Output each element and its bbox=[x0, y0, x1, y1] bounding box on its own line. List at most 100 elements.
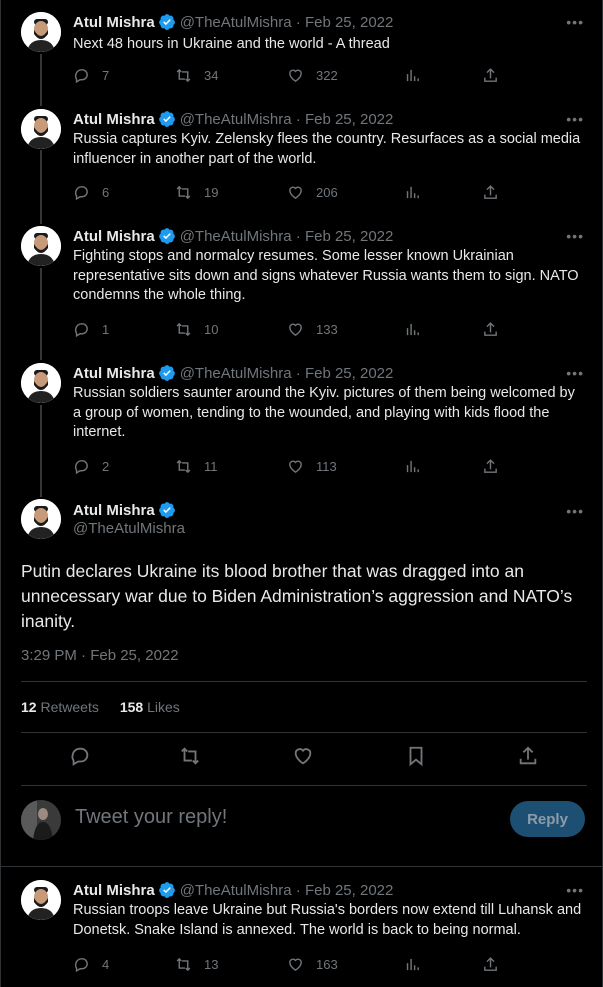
share-icon bbox=[484, 458, 497, 473]
retweets-count: 12 bbox=[21, 699, 37, 715]
heart-icon bbox=[294, 748, 312, 765]
like-button[interactable]: 113 bbox=[287, 458, 404, 475]
heart-icon bbox=[289, 323, 302, 336]
more-options-icon[interactable]: ••• bbox=[566, 228, 584, 244]
author-handle[interactable]: @TheAtulMishra bbox=[73, 520, 185, 537]
reply-icon bbox=[74, 68, 88, 83]
like-button[interactable]: 163 bbox=[287, 956, 404, 973]
retweet-button[interactable]: 11 bbox=[175, 458, 287, 475]
more-options-icon[interactable]: ••• bbox=[566, 14, 584, 30]
share-button[interactable] bbox=[482, 67, 499, 84]
retweets-label: Retweets bbox=[40, 699, 99, 715]
analytics-button[interactable] bbox=[404, 956, 482, 973]
like-button[interactable]: 133 bbox=[287, 321, 404, 338]
retweet-icon bbox=[181, 747, 199, 765]
heart-icon bbox=[289, 460, 302, 473]
analytics-button[interactable] bbox=[404, 321, 482, 338]
share-button[interactable] bbox=[482, 184, 499, 201]
avatar[interactable] bbox=[21, 880, 61, 920]
tweet-timestamp[interactable]: 3:29 PM · Feb 25, 2022 bbox=[21, 647, 179, 664]
reply-input[interactable]: Tweet your reply! bbox=[75, 806, 227, 829]
analytics-button[interactable] bbox=[404, 184, 482, 201]
heart-icon bbox=[289, 69, 302, 82]
like-count: 133 bbox=[316, 321, 338, 337]
retweet-icon bbox=[176, 322, 191, 336]
tweet-actions: 2 11 113 bbox=[73, 456, 523, 476]
share-icon bbox=[484, 956, 497, 971]
like-button[interactable] bbox=[292, 745, 314, 767]
retweet-button[interactable]: 13 bbox=[175, 956, 287, 973]
reply-submit-button[interactable]: Reply bbox=[510, 801, 585, 837]
analytics-icon bbox=[406, 69, 419, 81]
like-count: 206 bbox=[316, 184, 338, 200]
reply-button[interactable]: 7 bbox=[73, 67, 175, 84]
avatar[interactable] bbox=[21, 363, 61, 403]
author-name[interactable]: Atul Mishra bbox=[73, 365, 155, 382]
avatar[interactable] bbox=[21, 12, 61, 52]
analytics-button[interactable] bbox=[404, 458, 482, 475]
more-options-icon[interactable]: ••• bbox=[566, 882, 584, 898]
avatar[interactable] bbox=[21, 109, 61, 149]
retweet-icon bbox=[176, 68, 191, 82]
share-button[interactable] bbox=[482, 321, 499, 338]
author-name[interactable]: Atul Mishra bbox=[73, 14, 155, 31]
share-icon bbox=[484, 67, 497, 82]
tweet-meta: @TheAtulMishra · Feb 25, 2022 bbox=[179, 110, 394, 128]
share-button[interactable] bbox=[482, 956, 499, 973]
more-options-icon[interactable]: ••• bbox=[566, 365, 584, 381]
retweet-button[interactable]: 19 bbox=[175, 184, 287, 201]
reply-button[interactable]: 2 bbox=[73, 458, 175, 475]
heart-icon bbox=[289, 958, 302, 971]
reply-button[interactable]: 6 bbox=[73, 184, 175, 201]
reply-button[interactable]: 1 bbox=[73, 321, 175, 338]
tweet-header: Atul Mishra @TheAtulMishra · Feb 25, 202… bbox=[73, 880, 393, 900]
author-name[interactable]: Atul Mishra bbox=[73, 228, 155, 245]
reply-button[interactable]: 4 bbox=[73, 956, 175, 973]
verified-badge-icon bbox=[158, 228, 175, 244]
verified-badge-icon bbox=[158, 111, 175, 127]
author-name[interactable]: Atul Mishra bbox=[73, 111, 155, 128]
current-user-avatar[interactable] bbox=[21, 800, 61, 840]
tweet-meta: @TheAtulMishra · Feb 25, 2022 bbox=[179, 881, 394, 899]
bookmark-button[interactable] bbox=[405, 745, 427, 767]
retweet-button[interactable] bbox=[179, 745, 201, 767]
tweet-text: Fighting stops and normalcy resumes. Som… bbox=[73, 248, 579, 303]
more-options-icon[interactable]: ••• bbox=[566, 111, 584, 127]
avatar[interactable] bbox=[21, 226, 61, 266]
tweet-actions: 4 13 163 bbox=[73, 954, 523, 974]
divider bbox=[21, 785, 587, 786]
thread-line bbox=[40, 405, 42, 497]
analytics-icon bbox=[406, 958, 419, 970]
likes-label: Likes bbox=[147, 699, 180, 715]
divider bbox=[21, 681, 587, 682]
author-name[interactable]: Atul Mishra bbox=[73, 882, 155, 899]
retweets-stat[interactable]: 12 Retweets bbox=[21, 699, 99, 715]
share-button[interactable] bbox=[482, 458, 499, 475]
engagement-stats: 12 Retweets 158 Likes bbox=[21, 699, 201, 715]
retweet-button[interactable]: 10 bbox=[175, 321, 287, 338]
reply-icon bbox=[74, 185, 88, 200]
like-button[interactable]: 322 bbox=[287, 67, 404, 84]
tweet-header: Atul Mishra @TheAtulMishra · Feb 25, 202… bbox=[73, 109, 393, 129]
thread-line bbox=[40, 150, 42, 224]
tweet-text: Russian troops leave Ukraine but Russia'… bbox=[73, 902, 582, 938]
tweet-text: Russian soldiers saunter around the Kyiv… bbox=[73, 385, 575, 440]
tweet-actions: 1 10 133 bbox=[73, 319, 523, 339]
retweet-icon bbox=[176, 459, 191, 473]
share-icon bbox=[484, 184, 497, 199]
share-icon bbox=[484, 321, 497, 336]
likes-stat[interactable]: 158 Likes bbox=[120, 699, 180, 715]
author-name[interactable]: Atul Mishra bbox=[73, 502, 155, 519]
tweet-text: Next 48 hours in Ukraine and the world -… bbox=[73, 36, 390, 52]
share-icon bbox=[519, 746, 537, 765]
more-options-icon[interactable]: ••• bbox=[566, 503, 584, 519]
reply-count: 2 bbox=[102, 458, 110, 474]
retweet-button[interactable]: 34 bbox=[175, 67, 287, 84]
share-button[interactable] bbox=[517, 745, 539, 767]
reply-button[interactable] bbox=[69, 745, 91, 767]
avatar[interactable] bbox=[21, 499, 61, 539]
likes-count: 158 bbox=[119, 699, 144, 715]
like-button[interactable]: 206 bbox=[287, 184, 404, 201]
heart-icon bbox=[289, 186, 302, 199]
analytics-button[interactable] bbox=[404, 67, 482, 84]
